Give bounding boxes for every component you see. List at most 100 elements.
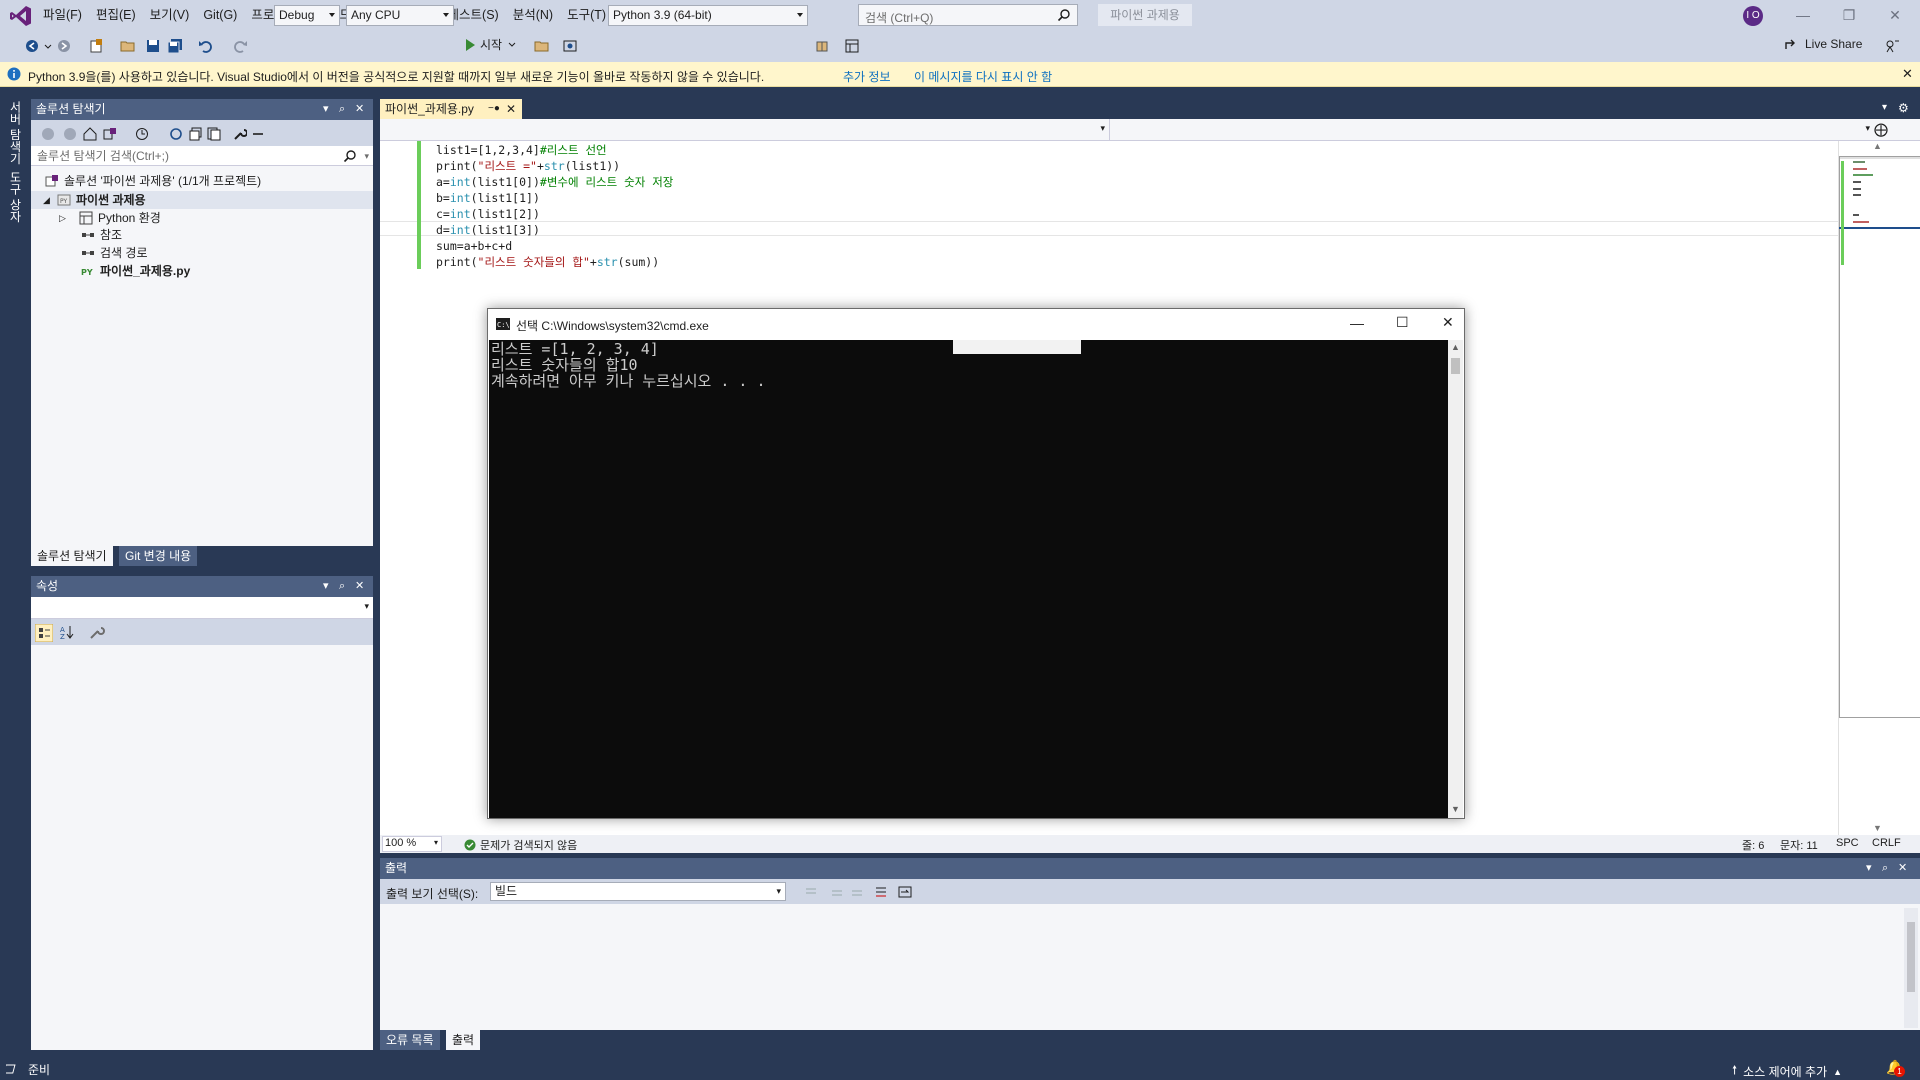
- expand-arrow-icon[interactable]: ▷: [59, 209, 79, 227]
- maximize-button[interactable]: ☐: [1396, 314, 1409, 331]
- dropdown-icon[interactable]: ▾: [323, 99, 329, 120]
- maximize-button[interactable]: ❐: [1826, 0, 1872, 31]
- toolbox-tab[interactable]: 도구 상자: [7, 171, 24, 222]
- home-icon[interactable]: [83, 127, 97, 141]
- dropdown-icon[interactable]: ▾: [1866, 858, 1872, 879]
- pin-icon[interactable]: ⌕: [339, 99, 345, 120]
- tab-error-list[interactable]: 오류 목록: [380, 1030, 440, 1050]
- refresh-icon[interactable]: [169, 127, 183, 141]
- zoom-select[interactable]: 100 % ▾: [382, 836, 442, 852]
- chevron-down-icon[interactable]: [44, 38, 52, 54]
- close-window-button[interactable]: ✕: [1442, 314, 1454, 331]
- forward-icon[interactable]: [63, 127, 77, 141]
- forward-icon[interactable]: [56, 38, 72, 54]
- code-line[interactable]: sum=a+b+c+d: [436, 238, 512, 254]
- output-vertical-scrollbar[interactable]: [1904, 908, 1918, 1028]
- collapse-all-icon[interactable]: [189, 127, 203, 141]
- visual-studio-logo-icon[interactable]: [10, 5, 32, 27]
- word-wrap-icon[interactable]: [898, 885, 912, 899]
- tab-output[interactable]: 출력: [446, 1030, 481, 1050]
- python-environment-select[interactable]: Python 3.9 (64-bit): [608, 5, 808, 26]
- menu-view[interactable]: 보기(V): [143, 0, 197, 31]
- navigation-scope-select[interactable]: ▾: [380, 119, 1110, 140]
- tree-item-python-file[interactable]: PY 파이썬_과제용.py: [81, 262, 190, 280]
- close-icon[interactable]: ✕: [355, 99, 364, 120]
- whitespace-mode[interactable]: SPC: [1836, 837, 1859, 849]
- collapse-icon[interactable]: [251, 127, 265, 141]
- pin-icon[interactable]: ⌕: [1882, 858, 1888, 879]
- package-icon[interactable]: [814, 38, 830, 54]
- tree-item-solution[interactable]: 솔루션 '파이썬 과제용' (1/1개 프로젝트): [45, 172, 261, 190]
- clear-all-icon[interactable]: [874, 885, 888, 899]
- live-share-button[interactable]: Live Share: [1784, 37, 1862, 51]
- close-icon[interactable]: ✕: [506, 99, 516, 119]
- tree-item-project[interactable]: ◢ PY 파이썬 과제용: [43, 191, 146, 209]
- notifications-button[interactable]: 🔔 1: [1886, 1059, 1905, 1077]
- code-line[interactable]: print("리스트 숫자들의 합"+str(sum)): [436, 254, 659, 270]
- chevron-down-icon[interactable]: ▾: [364, 146, 369, 166]
- history-icon[interactable]: [135, 127, 149, 141]
- tab-solution-explorer[interactable]: 솔루션 탐색기: [31, 546, 113, 566]
- properties-object-select[interactable]: ▾: [31, 597, 373, 619]
- menu-file[interactable]: 파일(F): [36, 0, 89, 31]
- code-line[interactable]: list1=[1,2,3,4]#리스트 선언: [436, 142, 607, 158]
- scroll-up-icon[interactable]: ▲: [1873, 141, 1882, 151]
- avatar[interactable]: I O: [1743, 6, 1763, 26]
- minimap-scrollbar[interactable]: ▲ ▼: [1838, 141, 1920, 835]
- save-icon[interactable]: [145, 38, 161, 54]
- minimize-button[interactable]: —: [1350, 315, 1364, 331]
- folder-icon[interactable]: [534, 38, 550, 54]
- code-line[interactable]: print("리스트 ="+str(list1)): [436, 158, 620, 174]
- more-info-link[interactable]: 추가 정보: [843, 68, 891, 85]
- properties-wrench-icon[interactable]: [233, 127, 247, 141]
- chevron-down-icon[interactable]: ▾: [364, 601, 369, 612]
- undo-icon[interactable]: [198, 38, 214, 54]
- previous-message-icon[interactable]: [830, 885, 844, 899]
- start-button[interactable]: 시작: [464, 36, 516, 53]
- minimize-button[interactable]: —: [1780, 0, 1826, 31]
- platform-select[interactable]: Any CPU: [346, 5, 454, 26]
- scroll-thumb[interactable]: [1907, 922, 1915, 992]
- chevron-down-icon[interactable]: ▾: [1865, 123, 1870, 134]
- pin-icon[interactable]: −●: [488, 99, 500, 119]
- line-ending[interactable]: CRLF: [1872, 837, 1901, 849]
- categorized-icon[interactable]: [35, 624, 53, 642]
- split-window-icon[interactable]: ⨁: [1874, 121, 1888, 138]
- next-message-icon[interactable]: [850, 885, 864, 899]
- pin-icon[interactable]: ⌕: [339, 576, 345, 597]
- navigation-member-select[interactable]: ▾: [1112, 119, 1874, 140]
- tab-list-dropdown-icon[interactable]: ▾: [1882, 102, 1887, 113]
- cmd-window[interactable]: C:\ 선택 C:\Windows\system32\cmd.exe — ☐ ✕…: [487, 308, 1465, 819]
- open-file-icon[interactable]: [120, 38, 136, 54]
- find-message-icon[interactable]: [804, 885, 818, 899]
- code-line[interactable]: b=int(list1[1]): [436, 190, 540, 206]
- gear-icon[interactable]: ⚙: [1898, 101, 1909, 115]
- char-number[interactable]: 문자: 11: [1780, 837, 1818, 853]
- issues-indicator[interactable]: 문제가 검색되지 않음: [464, 837, 577, 853]
- cmd-vertical-scrollbar[interactable]: ▲ ▼: [1448, 340, 1463, 818]
- close-icon[interactable]: ✕: [1898, 858, 1907, 879]
- tree-item-python-env[interactable]: ▷ Python 환경: [59, 209, 161, 227]
- switch-view-icon[interactable]: [103, 127, 117, 141]
- code-line[interactable]: a=int(list1[0])#변수에 리스트 숫자 저장: [436, 174, 673, 190]
- feedback-icon[interactable]: [1884, 38, 1900, 54]
- code-line[interactable]: d=int(list1[3]): [436, 222, 540, 238]
- chevron-down-icon[interactable]: ▾: [434, 838, 438, 847]
- add-to-source-control-button[interactable]: 🠕 소스 제어에 추가 ▲: [1732, 1061, 1842, 1080]
- menu-git[interactable]: Git(G): [196, 0, 244, 31]
- dropdown-icon[interactable]: ▾: [323, 576, 329, 597]
- cmd-title-bar[interactable]: C:\ 선택 C:\Windows\system32\cmd.exe — ☐ ✕: [488, 309, 1464, 339]
- scroll-down-icon[interactable]: ▼: [1873, 823, 1882, 833]
- back-icon[interactable]: [24, 38, 40, 54]
- cmd-console-output[interactable]: 리스트 =[1, 2, 3, 4] 리스트 숫자들의 합10 계속하려면 아무 …: [489, 340, 1449, 818]
- dont-show-again-link[interactable]: 이 메시지를 다시 표시 안 함: [914, 68, 1052, 85]
- alphabetical-icon[interactable]: AZ: [59, 624, 75, 640]
- tree-item-search-paths[interactable]: 검색 경로: [81, 244, 148, 262]
- close-window-button[interactable]: ✕: [1872, 0, 1918, 31]
- scroll-thumb[interactable]: [1451, 358, 1460, 374]
- menu-tools[interactable]: 도구(T): [560, 0, 613, 31]
- property-pages-icon[interactable]: [89, 624, 105, 640]
- close-icon[interactable]: ✕: [1902, 66, 1913, 82]
- tree-item-references[interactable]: 참조: [81, 226, 122, 244]
- save-all-icon[interactable]: [167, 38, 183, 54]
